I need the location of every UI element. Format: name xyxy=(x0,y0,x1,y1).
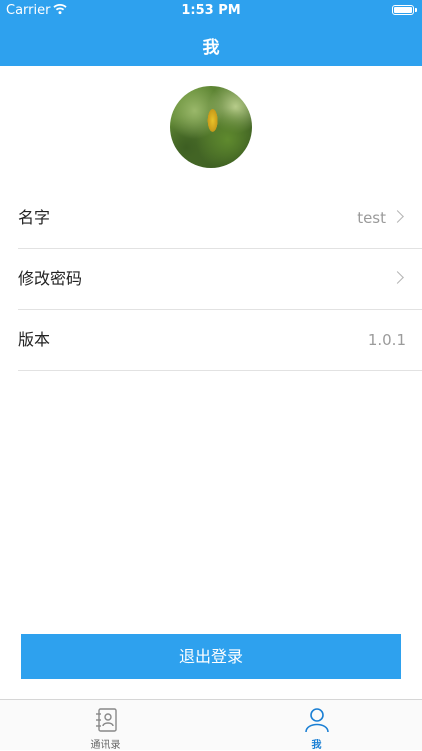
name-label: 名字 xyxy=(18,208,51,227)
avatar[interactable] xyxy=(170,86,252,168)
tab-me[interactable]: 我 xyxy=(211,700,422,751)
battery-icon xyxy=(392,5,417,15)
tab-me-label: 我 xyxy=(311,740,322,751)
name-value: test xyxy=(357,209,386,227)
chevron-right-icon xyxy=(391,271,404,284)
tab-bar: 通讯录 我 xyxy=(0,699,422,751)
version-label: 版本 xyxy=(18,330,51,349)
logout-button[interactable]: 退出登录 xyxy=(21,634,401,679)
person-icon xyxy=(304,708,329,733)
change-password-label: 修改密码 xyxy=(18,269,83,288)
tab-contacts[interactable]: 通讯录 xyxy=(0,700,211,751)
contacts-icon xyxy=(95,708,117,732)
status-bar: Carrier 1:53 PM xyxy=(0,0,422,22)
header: Carrier 1:53 PM 我 xyxy=(0,0,422,66)
version-row: 版本 1.0.1 xyxy=(18,310,422,371)
version-value: 1.0.1 xyxy=(367,331,406,349)
chevron-right-icon xyxy=(391,210,404,223)
page-title: 我 xyxy=(202,38,220,58)
status-time: 1:53 PM xyxy=(181,3,241,18)
tab-contacts-label: 通讯录 xyxy=(90,740,121,751)
name-row[interactable]: 名字 test xyxy=(18,188,422,249)
change-password-row[interactable]: 修改密码 xyxy=(18,249,422,310)
